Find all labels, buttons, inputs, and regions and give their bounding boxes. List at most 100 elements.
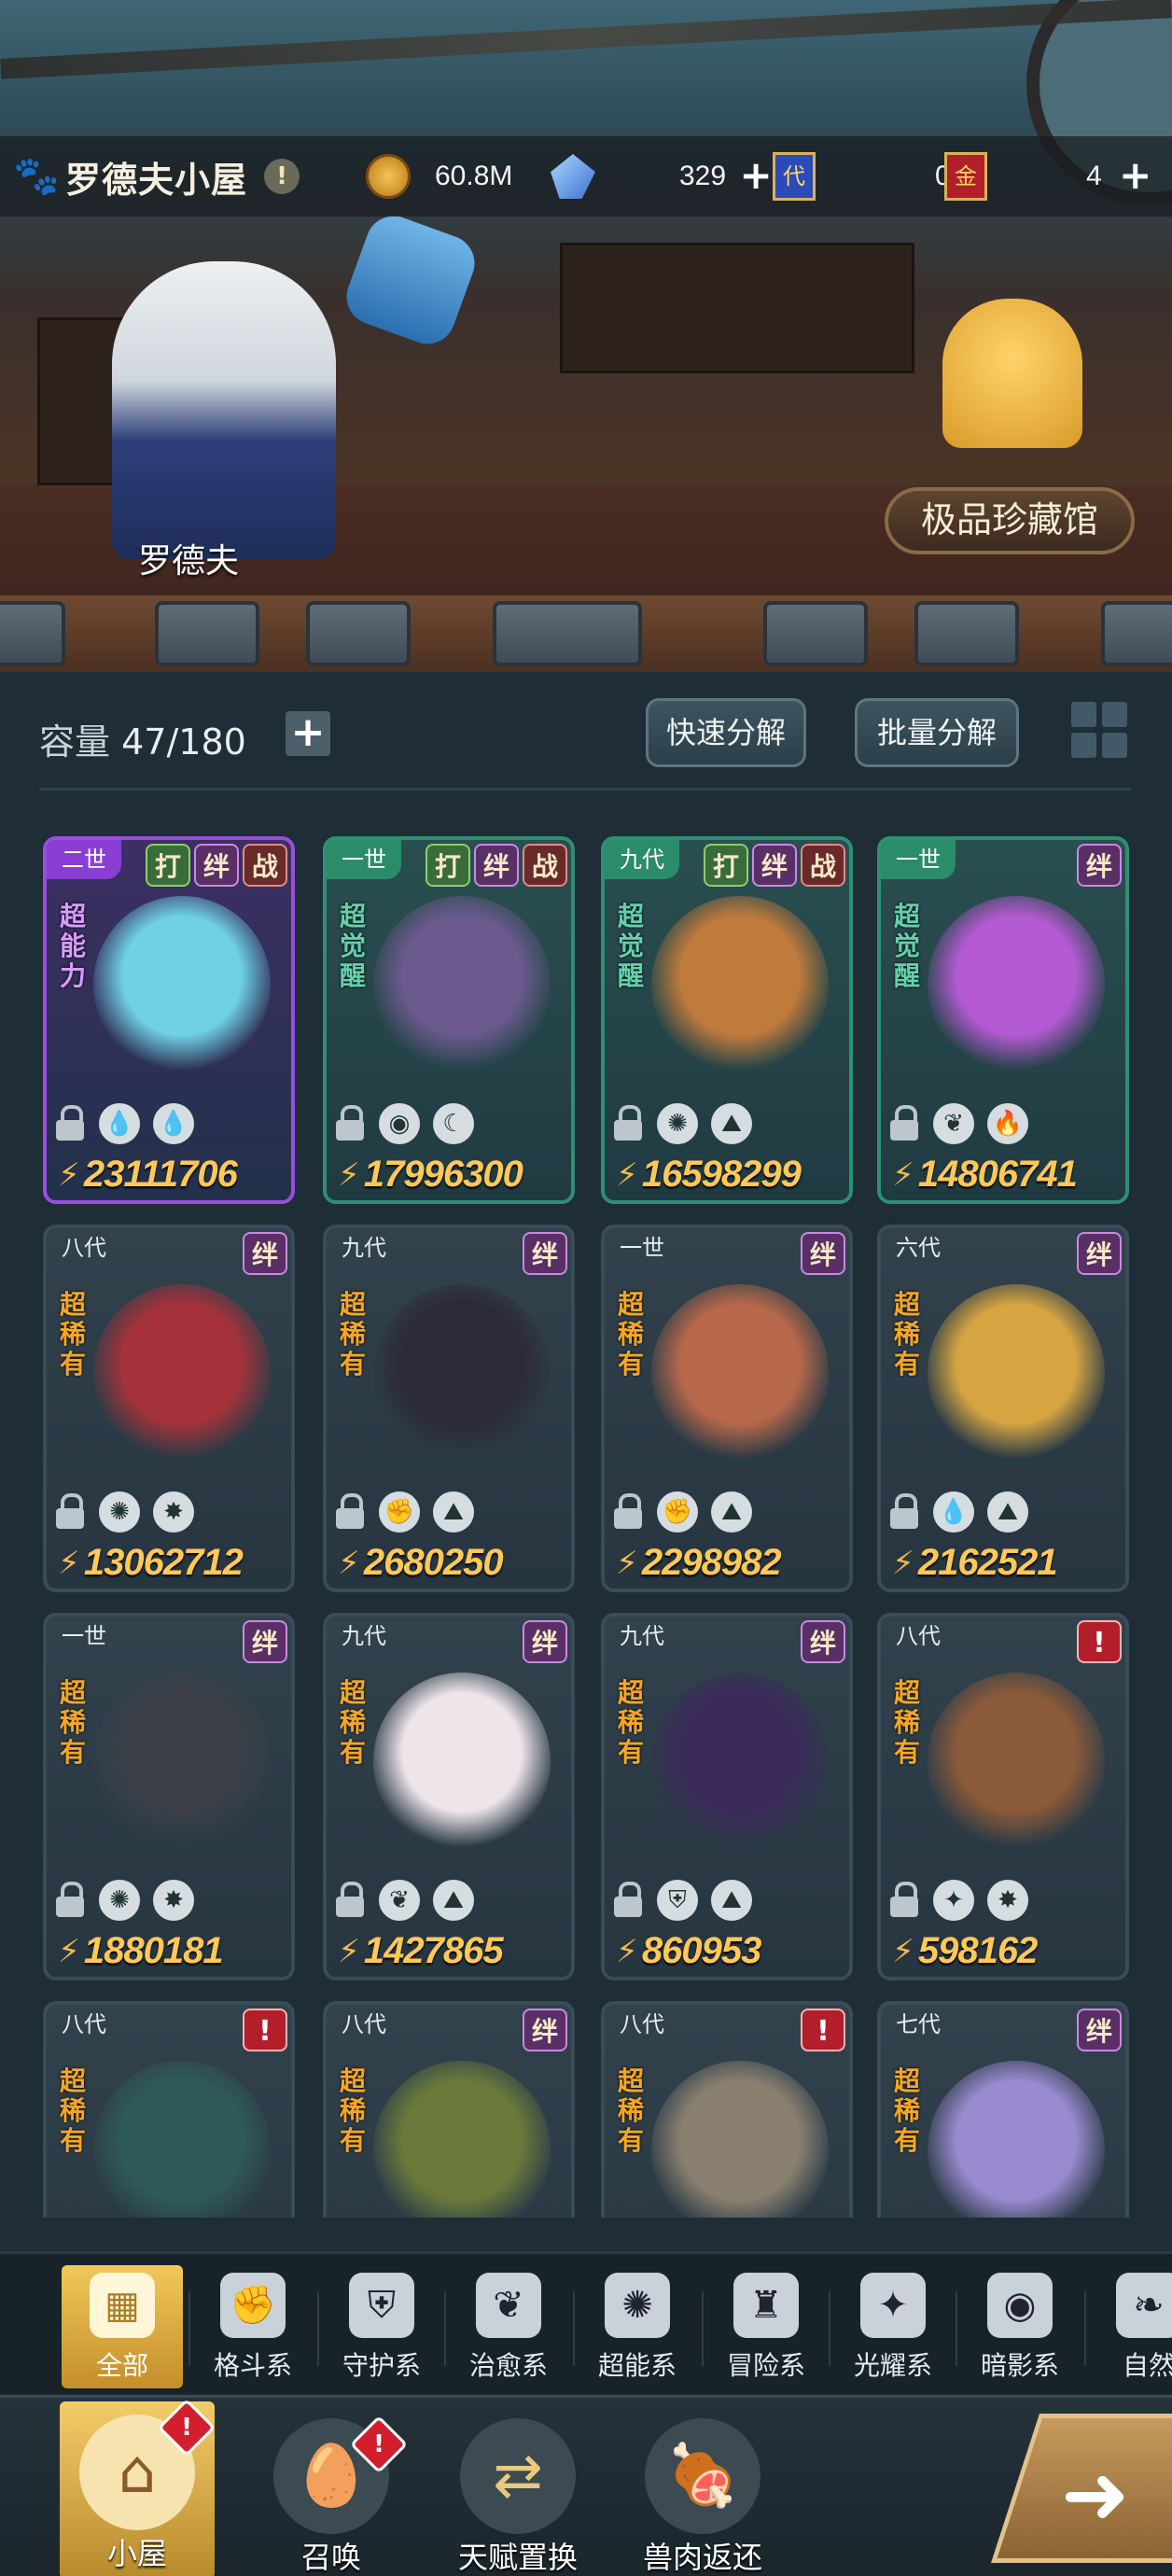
lock-icon[interactable] [54,1493,86,1531]
pet-tags: 绊 [801,1620,845,1663]
pet-card[interactable]: 一世绊超觉醒 ❦ 🔥 ⚡ 14806741 [877,836,1129,1204]
pet-storage-panel: 容量 47/180 + 快速分解 批量分解 二世打绊战超能力 💧 💧 ⚡ 2311170… [0,672,1172,2259]
resource-bar: 🐾 罗德夫小屋 ! 60.8M 329 + 代 0 金 4 + [0,136,1172,217]
pet-card[interactable]: 九代绊超稀有 ❦ ⛰ ⚡ 1427865 [323,1613,575,1981]
pet-card[interactable]: 一世绊超稀有 ✊ ⛰ ⚡ 2298982 [601,1225,853,1592]
pet-generation: 九代 [342,1623,386,1649]
lock-icon[interactable] [888,1882,920,1919]
pet-card[interactable]: 八代绊超稀有 ✺ ✸ ⚡ 13062712 [43,1225,295,1592]
lock-icon[interactable] [334,1882,366,1919]
pet-card[interactable]: 八代! 超稀有 ✦ ✸ ⚡ 598162 [877,1613,1129,1981]
pet-tag-war: 战 [523,844,567,887]
element-type-icon: ✊ [379,1491,420,1533]
npc-rodeff[interactable] [112,261,336,560]
pet-power: ⚡ 2680250 [338,1542,504,1584]
info-icon[interactable]: ! [264,159,300,194]
lock-icon[interactable] [612,1493,644,1531]
filter-tab-3[interactable]: ❦ 治愈系 [448,2265,569,2388]
house-title: 🐾 罗德夫小屋 ! [0,151,355,203]
element-type-icon: ⛰ [711,1491,752,1533]
pet-tag-bond: 绊 [752,844,797,887]
npc-name: 罗德夫 [138,542,240,581]
pet-power: ⚡ 17996300 [338,1154,523,1196]
filter-tab-0[interactable]: ▦ 全部 [62,2265,183,2388]
pet-generation: 七代 [896,2011,941,2037]
power-icon: ⚡ [892,1932,914,1970]
lock-icon[interactable] [54,1882,86,1919]
lock-icon[interactable] [334,1493,366,1531]
element-type-icon: ✸ [987,1880,1028,1921]
pet-generation: 八代 [62,1235,106,1261]
filter-label: 自然 [1122,2350,1172,2381]
alert-badge-icon: ! [801,2009,845,2051]
gold-value: 60.8M [435,161,513,191]
element-type-icon: 💧 [153,1103,194,1144]
pet-tags: 打绊战 [704,844,845,887]
nav-item-0[interactable]: ⌂ 小屋! [60,2398,216,2576]
pet-card[interactable]: 九代绊超稀有 ✊ ⛰ ⚡ 2680250 [323,1225,575,1592]
filter-tab-4[interactable]: ✺ 超能系 [577,2265,698,2388]
power-icon: ⚡ [616,1155,638,1194]
filter-separator [188,2291,190,2366]
pet-card[interactable]: 七代 绊超稀有 [877,2001,1129,2218]
nav-item-1[interactable]: 🥚 召唤! [252,2415,411,2576]
filter-tab-5[interactable]: ♜ 冒险系 [705,2265,827,2388]
filter-tab-1[interactable]: ✊ 格斗系 [192,2265,314,2388]
museum-button[interactable]: 极品珍藏馆 [885,487,1135,554]
pet-card[interactable]: 一世绊超稀有 ✺ ✸ ⚡ 1880181 [43,1613,295,1981]
pet-power-value: 598162 [917,1930,1038,1971]
crystal-value: 329 [679,161,727,191]
pet-power: ⚡ 14806741 [892,1154,1078,1196]
pet-power: ⚡ 598162 [892,1930,1038,1972]
pet-card[interactable]: 九代打绊战超觉醒 ✺ ⛰ ⚡ 16598299 [601,836,853,1204]
quick-decompose-button[interactable]: 快速分解 [646,698,806,767]
batch-decompose-button[interactable]: 批量分解 [855,698,1019,767]
element-filter-bar: ▦ 全部 ✊ 格斗系 ⛨ 守护系 ❦ 治愈系 ✺ 超能系 ♜ 冒险系 ✦ 光耀系 ◉ 暗影系 ❧ 自然 [0,2251,1172,2393]
pet-card[interactable]: 九代绊超稀有 ⛨ ⛰ ⚡ 860953 [601,1613,853,1981]
pet-card[interactable]: 二世打绊战超能力 💧 💧 ⚡ 23111706 [43,836,295,1204]
filter-tab-8[interactable]: ❧ 自然 [1088,2265,1172,2388]
crystal-add-button[interactable]: + [737,156,774,195]
expand-capacity-button[interactable]: + [286,711,330,756]
pet-tags: ! [801,2009,845,2051]
pet-card[interactable]: 八代! 超稀有 [43,2001,295,2218]
element-type-icon: ⛨ [657,1880,698,1921]
house-scene: 罗德夫 极品珍藏馆 🐾 罗德夫小屋 ! 60.8M 329 + 代 0 金 4 … [0,0,1172,672]
filter-icon: ❧ [1116,2273,1172,2338]
pet-power: ⚡ 16598299 [616,1154,802,1196]
pet-badges: ✺ ✸ [54,1880,194,1921]
lock-icon[interactable] [612,1105,644,1142]
lock-icon[interactable] [612,1882,644,1919]
gold-resource: 60.8M [366,148,512,204]
element-type-icon: ✺ [99,1880,140,1921]
pet-card[interactable]: 一世打绊战超觉醒 ◉ ☾ ⚡ 17996300 [323,836,575,1204]
pet-power-value: 2680250 [363,1542,504,1583]
pet-card[interactable]: 八代! 超稀有 [601,2001,853,2218]
filter-tab-7[interactable]: ◉ 暗影系 [959,2265,1081,2388]
lock-icon[interactable] [334,1105,366,1142]
pet-tag-bond: 绊 [1077,2009,1122,2051]
pet-tags: 绊 [801,1232,845,1275]
pet-tag-bond: 绊 [523,1232,567,1275]
pet-tags: 打绊战 [146,844,287,887]
pet-card[interactable]: 八代 绊超稀有 [323,2001,575,2218]
lock-icon[interactable] [888,1493,920,1531]
red-ticket-add-button[interactable]: + [1117,156,1154,195]
filter-tab-6[interactable]: ✦ 光耀系 [832,2265,954,2388]
filter-tab-2[interactable]: ⛨ 守护系 [321,2265,442,2388]
ledge-stone [155,601,259,666]
pet-rarity: 超稀有 [617,1677,644,1768]
grid-view-toggle-icon[interactable] [1067,698,1131,762]
nav-item-2[interactable]: ⇄ 天赋置换 [439,2418,597,2576]
golden-statue[interactable] [942,299,1082,448]
lock-icon[interactable] [54,1105,86,1142]
pet-card[interactable]: 六代绊超稀有 💧 ⛰ ⚡ 2162521 [877,1225,1129,1592]
element-type-icon: ✸ [153,1880,194,1921]
pet-power-value: 23111706 [83,1154,238,1195]
lock-icon[interactable] [888,1105,920,1142]
element-type-icon: ⛰ [711,1880,752,1921]
filter-separator [956,2291,957,2366]
nav-item-3[interactable]: 🍖 兽肉返还 [623,2418,782,2576]
pet-badges: ✺ ✸ [54,1491,194,1533]
element-type-icon: ⛰ [433,1491,474,1533]
